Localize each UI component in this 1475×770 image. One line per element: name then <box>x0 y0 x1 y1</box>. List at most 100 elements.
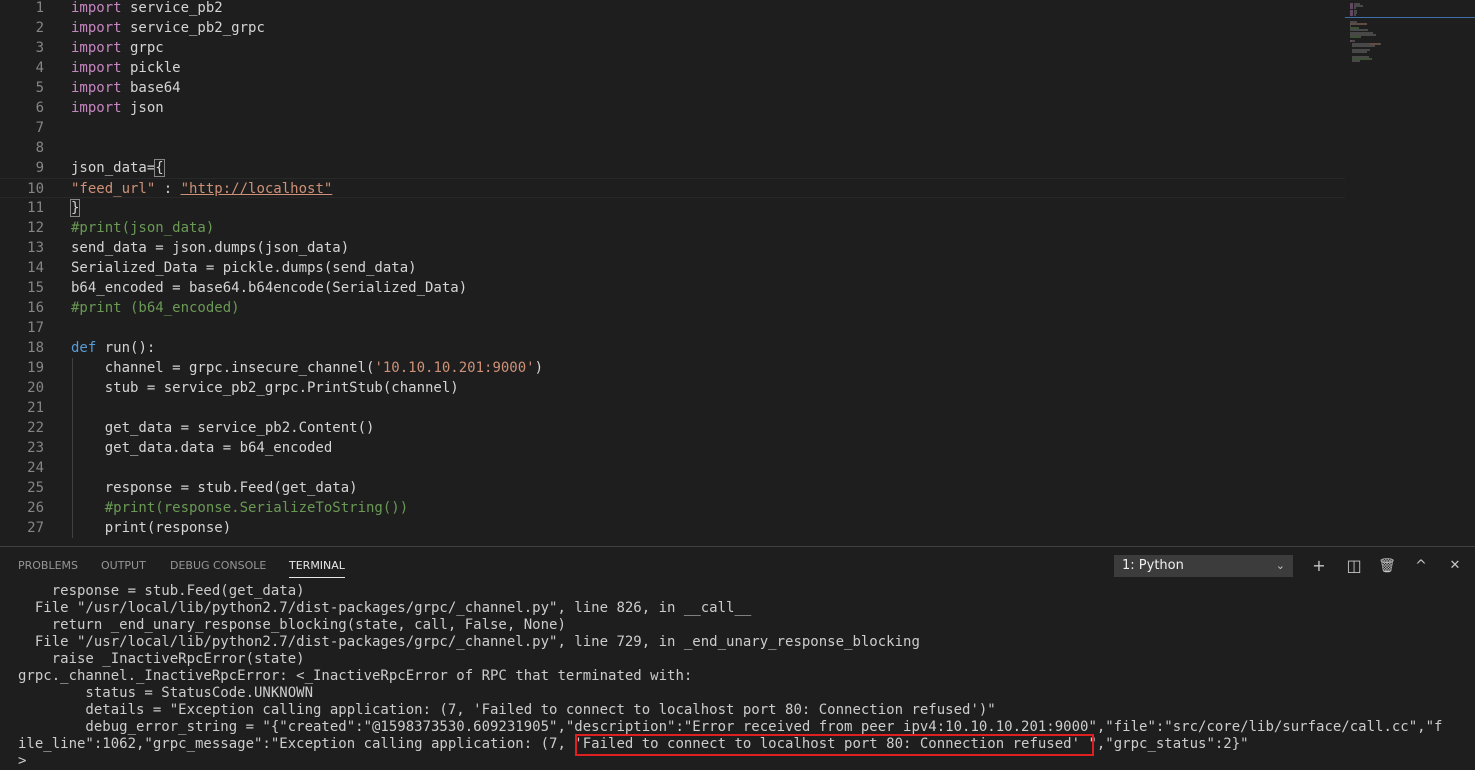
line-number: 21 <box>27 400 44 416</box>
code-token: stub = service_pb2_grpc.PrintStub(channe… <box>71 380 459 396</box>
code-line[interactable]: 19 channel = grpc.insecure_channel('10.1… <box>0 358 1345 378</box>
tab-problems[interactable]: PROBLEMS <box>18 559 78 573</box>
code-line[interactable]: 20 stub = service_pb2_grpc.PrintStub(cha… <box>0 378 1345 398</box>
line-number: 3 <box>35 40 44 56</box>
trash-icon[interactable]: 🗑 <box>1376 555 1398 577</box>
code-token: import <box>71 40 122 56</box>
code-line[interactable]: 21 <box>0 398 1345 418</box>
line-code: b64_encoded = base64.b64encode(Serialize… <box>71 278 467 298</box>
add-terminal-icon[interactable]: + <box>1308 555 1330 577</box>
code-line[interactable]: 23 get_data.data = b64_encoded <box>0 438 1345 458</box>
close-panel-icon[interactable]: ✕ <box>1444 555 1466 577</box>
code-line[interactable]: 1 import service_pb2 <box>0 0 1345 18</box>
code-token: get_data.data = b64_encoded <box>71 440 333 456</box>
code-line[interactable]: 16 #print (b64_encoded) <box>0 298 1345 318</box>
terminal-line: > <box>18 753 27 769</box>
tab-debug-console[interactable]: DEBUG CONSOLE <box>170 559 266 573</box>
code-line[interactable]: 10 "feed_url" : "http://localhost" <box>0 178 1345 198</box>
minimap-line <box>1352 60 1361 63</box>
code-line[interactable]: 11} <box>0 198 1345 218</box>
code-token: import <box>71 80 122 96</box>
code-token: #print(response.SerializeToString()) <box>71 500 409 516</box>
line-code: } <box>69 198 81 218</box>
code-token: "feed_url" <box>71 181 156 197</box>
code-token: response = stub.Feed(get_data) <box>71 480 358 496</box>
code-line[interactable]: 17 <box>0 318 1345 338</box>
line-code: import base64 <box>71 78 181 98</box>
line-code: channel = grpc.insecure_channel('10.10.1… <box>71 358 543 378</box>
line-number: 24 <box>27 460 44 476</box>
code-line[interactable]: 8 <box>0 138 1345 158</box>
terminal-line: return _end_unary_response_blocking(stat… <box>18 617 566 633</box>
code-line[interactable]: 15 b64_encoded = base64.b64encode(Seriali… <box>0 278 1345 298</box>
terminal-line: File "/usr/local/lib/python2.7/dist-pack… <box>18 600 752 616</box>
chevron-down-icon[interactable]: ⌄ <box>1276 555 1285 577</box>
line-number: 14 <box>27 260 44 276</box>
code-token: "http://localhost" <box>180 181 333 197</box>
code-line[interactable]: 6 import json <box>0 98 1345 118</box>
line-number: 15 <box>27 280 44 296</box>
maximize-panel-icon[interactable]: ^ <box>1410 555 1432 577</box>
code-line[interactable]: 9 json_data={ <box>0 158 1345 178</box>
line-code: import pickle <box>71 58 181 78</box>
code-token: def <box>71 340 97 356</box>
code-line[interactable]: 5 import base64 <box>0 78 1345 98</box>
line-code: send_data = json.dumps(json_data) <box>71 238 349 258</box>
terminal-line: response = stub.Feed(get_data) <box>18 583 305 599</box>
code-line[interactable]: 22 get_data = service_pb2.Content() <box>0 418 1345 438</box>
code-line[interactable]: 25 response = stub.Feed(get_data) <box>0 478 1345 498</box>
terminal-select[interactable]: 1: Python ⌄ <box>1114 555 1293 577</box>
highlight-box <box>575 734 1094 756</box>
line-number: 8 <box>35 140 44 156</box>
minimap-line <box>1350 36 1361 38</box>
code-token: } <box>69 199 81 217</box>
line-number: 18 <box>27 340 44 356</box>
code-line[interactable]: 4 import pickle <box>0 58 1345 78</box>
line-number: 1 <box>35 0 44 16</box>
code-token: grpc <box>121 40 164 56</box>
line-code: def run(): <box>71 338 155 358</box>
code-line[interactable]: 27 print(response) <box>0 518 1345 538</box>
terminal-line: details = "Exception calling application… <box>18 702 996 718</box>
line-code: "feed_url" : "http://localhost" <box>71 179 332 199</box>
code-line[interactable]: 3 import grpc <box>0 38 1345 58</box>
code-line[interactable]: 2 import service_pb2_grpc <box>0 18 1345 38</box>
minimap-line <box>1380 42 1382 45</box>
code-line[interactable]: 24 <box>0 458 1345 478</box>
line-code: response = stub.Feed(get_data) <box>71 478 358 498</box>
code-token: ) <box>534 360 544 376</box>
line-number: 2 <box>35 20 44 36</box>
code-line[interactable]: 7 <box>0 118 1345 138</box>
code-token: send_data = json.dumps(json_data) <box>71 240 350 256</box>
line-code: #print(response.SerializeToString()) <box>71 498 408 518</box>
code-line[interactable]: 13 send_data = json.dumps(json_data) <box>0 238 1345 258</box>
minimap-line <box>1352 51 1368 54</box>
tab-terminal[interactable]: TERMINAL <box>289 559 345 578</box>
minimap-viewport[interactable] <box>1345 0 1475 18</box>
split-terminal-icon[interactable]: ◫ <box>1343 555 1365 577</box>
line-number: 4 <box>35 60 44 76</box>
minimap-line <box>1352 44 1376 47</box>
code-token: import <box>71 20 122 36</box>
code-token: import <box>71 0 122 16</box>
line-number: 9 <box>35 160 44 176</box>
code-line[interactable]: 12 #print(json_data) <box>0 218 1345 238</box>
code-line[interactable]: 26 #print(response.SerializeToString()) <box>0 498 1345 518</box>
line-code: get_data = service_pb2.Content() <box>71 418 375 438</box>
code-line[interactable]: 14 Serialized_Data = pickle.dumps(send_da… <box>0 258 1345 278</box>
code-token: pickle <box>121 60 181 76</box>
line-code: json_data={ <box>71 158 165 178</box>
code-token: import <box>71 60 122 76</box>
indent-guide <box>72 358 73 538</box>
line-number: 23 <box>27 440 44 456</box>
code-token: json <box>121 100 164 116</box>
line-number: 25 <box>27 480 44 496</box>
code-editor[interactable]: 1 import service_pb2 2 import service_pb2_g… <box>0 0 1475 546</box>
line-number: 20 <box>27 380 44 396</box>
code-token: #print (b64_encoded) <box>71 300 240 316</box>
code-line[interactable]: 18 def run(): <box>0 338 1345 358</box>
terminal-line: grpc._channel._InactiveRpcError: <_Inact… <box>18 668 693 684</box>
tab-output[interactable]: OUTPUT <box>101 559 146 573</box>
line-number: 17 <box>27 320 44 336</box>
line-code: import service_pb2_grpc <box>71 18 265 38</box>
